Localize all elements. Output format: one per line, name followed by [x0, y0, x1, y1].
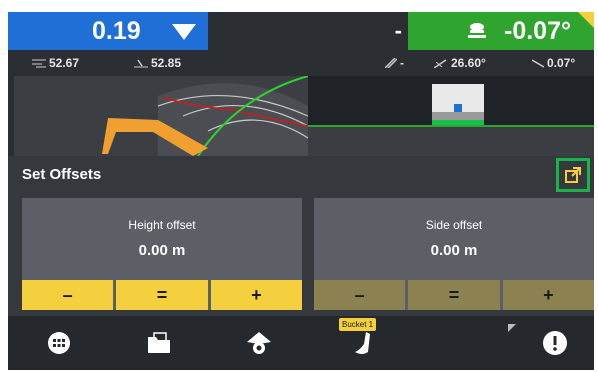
height-left-reading: 52.67 — [49, 56, 80, 70]
machine-guidance-screen: 0.19 52.67 52.85 - - -0.07° 26.60° 0.07°… — [8, 12, 594, 370]
cross-slope-icon — [434, 59, 447, 68]
bottom-toolbar: Bucket 1 — [8, 316, 594, 370]
height-offset-label: Height offset — [128, 218, 196, 232]
height-reset-button[interactable]: = — [116, 280, 208, 310]
side-offset-label: Side offset — [425, 218, 483, 232]
height-tile-header: 0.19 — [8, 12, 208, 50]
height-decrease-button[interactable]: – — [22, 280, 114, 310]
external-link-icon — [565, 167, 581, 183]
slope-value: -0.07° — [504, 16, 571, 45]
alert-icon — [543, 331, 567, 355]
bucket-icon — [355, 332, 370, 354]
camera-view-icon — [247, 332, 271, 354]
keypad-icon — [48, 332, 70, 354]
middle-tile-readings: - — [208, 50, 408, 76]
machine-slope-icon — [468, 23, 486, 38]
slope-tile-header: -0.07° — [408, 12, 594, 50]
bucket-button[interactable] — [348, 328, 378, 358]
height-offset-card: Height offset 0.00 m – = + — [22, 198, 302, 310]
machine-3d-view[interactable] — [8, 76, 594, 156]
side-increase-button[interactable]: + — [502, 280, 594, 310]
side-reset-button[interactable]: = — [408, 280, 500, 310]
height-value: 0.19 — [92, 16, 141, 45]
middle-value: - — [394, 18, 402, 43]
middle-tile-header: - — [208, 12, 408, 50]
view-button[interactable] — [244, 328, 274, 358]
slope-tile-readings: 26.60° 0.07° — [408, 50, 594, 76]
height-tile[interactable]: 0.19 52.67 52.85 — [8, 12, 208, 76]
height-offset-controls: – = + — [22, 280, 302, 310]
files-button[interactable] — [144, 328, 174, 358]
middle-tile[interactable]: - - — [208, 12, 408, 76]
panel-title: Set Offsets — [22, 166, 102, 183]
keypad-button[interactable] — [44, 328, 74, 358]
height-tile-readings: 52.67 52.85 — [8, 50, 208, 76]
height-right-reading: 52.85 — [151, 56, 182, 70]
side-offset-card: Side offset 0.00 m – = + — [314, 198, 594, 310]
corner-indicator-icon — [578, 12, 594, 28]
right-edge-icon — [134, 59, 148, 68]
fall-slope-icon — [532, 59, 544, 68]
height-offset-value: 0.00 m — [138, 242, 186, 259]
height-increase-button[interactable]: + — [210, 280, 302, 310]
alert-button[interactable] — [540, 328, 570, 358]
slope-right-reading: 0.07° — [547, 56, 576, 70]
side-decrease-button[interactable]: – — [314, 280, 406, 310]
side-offset-value: 0.00 m — [430, 242, 478, 259]
set-offsets-panel: Set Offsets Height offset 0.00 m – = + S… — [8, 156, 594, 316]
folder-icon — [148, 332, 170, 353]
open-external-button[interactable] — [556, 158, 590, 192]
site-model-graphic — [8, 76, 594, 156]
slope-left-reading: 26.60° — [451, 56, 486, 70]
down-arrow-icon — [172, 24, 196, 40]
left-edge-icon — [32, 59, 46, 68]
menu-corner-icon — [508, 324, 516, 332]
slope-tile[interactable]: -0.07° 26.60° 0.07° — [408, 12, 594, 76]
side-offset-controls: – = + — [314, 280, 594, 310]
design-surface-icon — [385, 58, 397, 68]
middle-sub-value: - — [400, 56, 404, 70]
